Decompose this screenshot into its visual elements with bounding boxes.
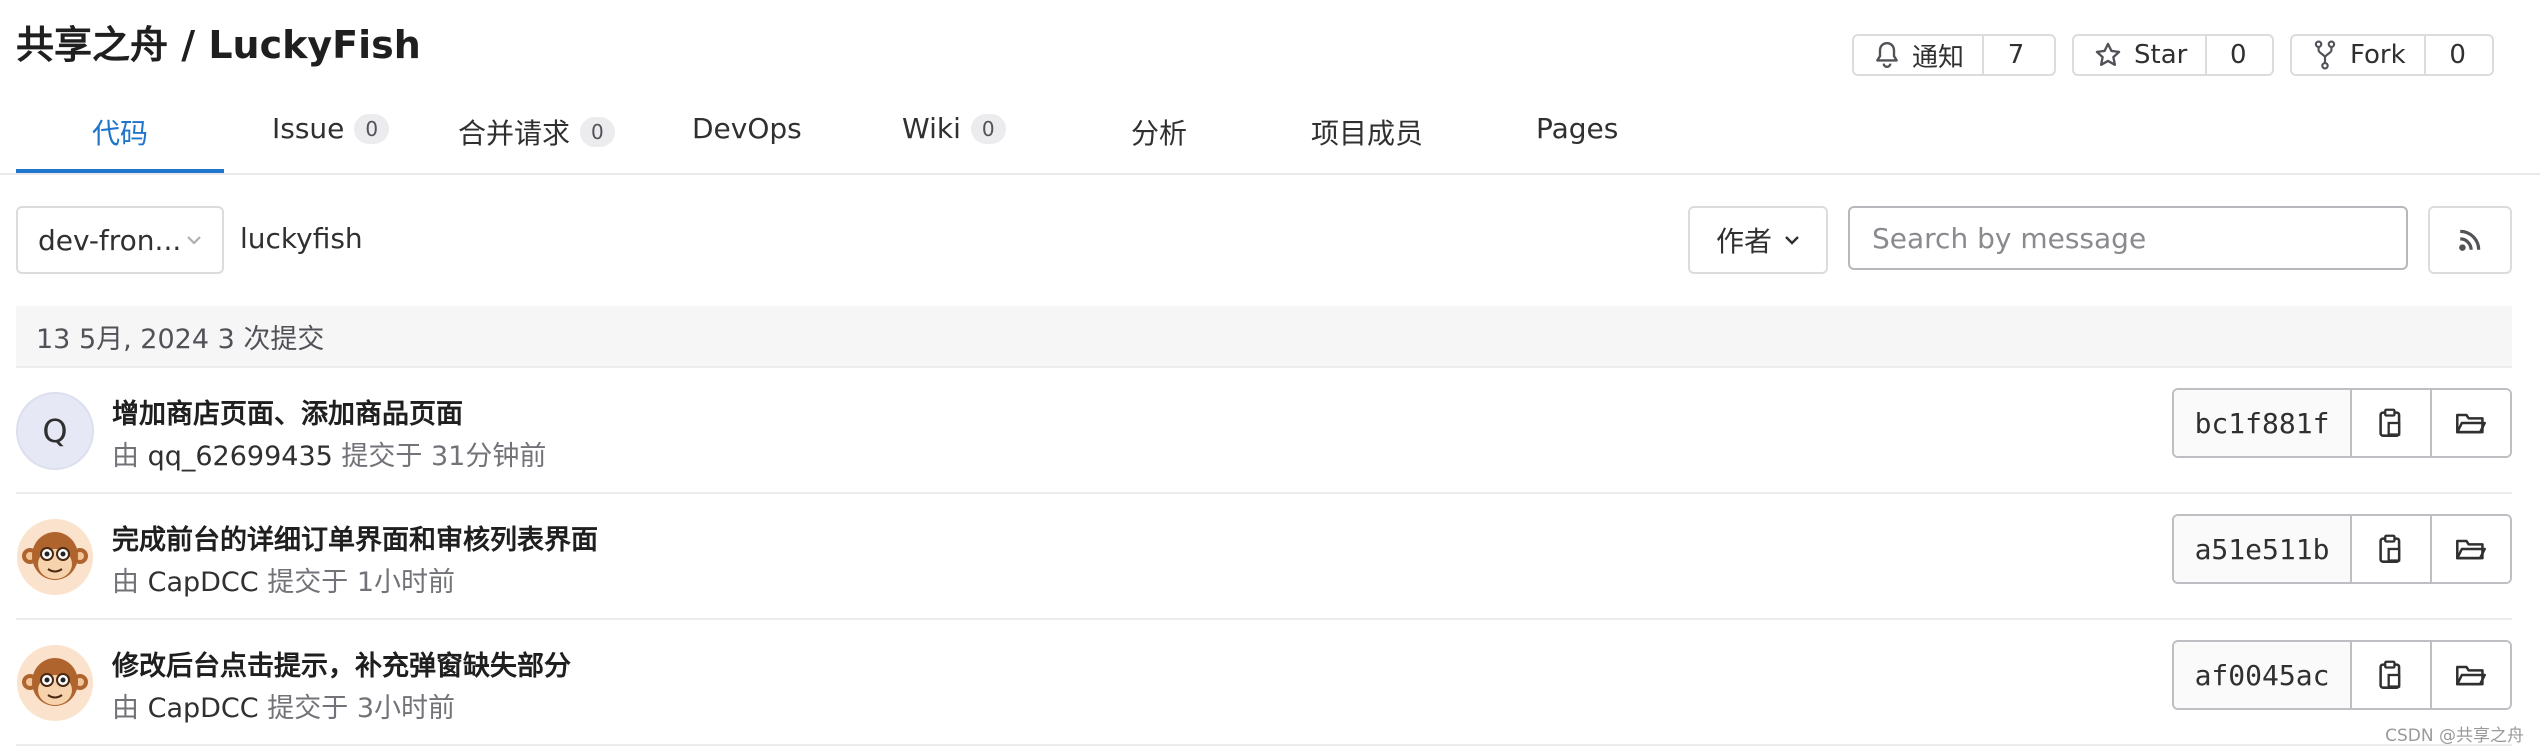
- tab-devops[interactable]: DevOps: [692, 112, 802, 145]
- merge-request-count-badge: 0: [580, 117, 615, 147]
- avatar[interactable]: Q: [16, 392, 94, 470]
- avatar[interactable]: [16, 518, 94, 596]
- tab-label: Wiki: [902, 112, 961, 145]
- tab-label: 项目成员: [1311, 117, 1424, 150]
- tab-label: Pages: [1536, 112, 1619, 145]
- branch-name: dev-fron...: [38, 223, 182, 257]
- tab-pages[interactable]: Pages: [1536, 112, 1618, 145]
- tab-label: 合并请求: [458, 117, 571, 150]
- copy-sha-button[interactable]: [2350, 390, 2430, 456]
- tab-members[interactable]: 项目成员: [1311, 112, 1423, 152]
- search-input[interactable]: [1848, 206, 2408, 270]
- fork-count: 0: [2423, 36, 2490, 74]
- tab-code[interactable]: 代码: [92, 112, 148, 152]
- commit-row: 修改后台点击提示，补充弹窗缺失部分 由 CapDCC 提交于 3小时前 af00…: [16, 620, 2512, 746]
- chevron-down-icon: [1785, 236, 1799, 245]
- browse-files-button[interactable]: [2430, 390, 2510, 456]
- bell-icon: [1876, 41, 1898, 68]
- wiki-count-badge: 0: [970, 113, 1006, 144]
- commit-actions: bc1f881f: [2172, 388, 2512, 458]
- commit-author[interactable]: CapDCC: [148, 693, 259, 724]
- folder-open-icon: [2456, 665, 2486, 686]
- rss-button[interactable]: [2428, 206, 2512, 274]
- commit-row: Q 增加商店页面、添加商品页面 由 qq_62699435 提交于 31分钟前 …: [16, 368, 2512, 494]
- commit-by: 由: [112, 567, 139, 598]
- star-button[interactable]: Star 0: [2072, 34, 2274, 76]
- tab-label: 代码: [92, 117, 149, 150]
- browse-files-button[interactable]: [2430, 642, 2510, 708]
- tab-label: DevOps: [692, 112, 802, 145]
- commit-meta: 由 CapDCC 提交于 1小时前: [112, 560, 455, 599]
- commit-by: 由: [112, 693, 139, 724]
- copy-sha-button[interactable]: [2350, 516, 2430, 582]
- branch-selector[interactable]: dev-fron...: [16, 206, 224, 274]
- commit-time: 提交于 3小时前: [267, 693, 455, 724]
- commit-author[interactable]: CapDCC: [148, 567, 259, 598]
- browse-files-button[interactable]: [2430, 516, 2510, 582]
- commit-author[interactable]: qq_62699435: [148, 441, 333, 472]
- commit-time: 提交于 1小时前: [267, 567, 455, 598]
- commit-sha[interactable]: a51e511b: [2174, 516, 2350, 582]
- tab-analytics[interactable]: 分析: [1131, 112, 1187, 152]
- author-filter-label: 作者: [1715, 225, 1772, 258]
- folder-open-icon: [2456, 413, 2486, 434]
- chevron-down-icon: [187, 236, 201, 245]
- commit-by: 由: [112, 441, 139, 472]
- watermark: CSDN @共享之舟: [2385, 726, 2524, 746]
- commit-time: 提交于 31分钟前: [341, 441, 547, 472]
- issue-count-badge: 0: [354, 113, 390, 144]
- notification-label: 通知: [1912, 42, 1965, 73]
- commit-sha[interactable]: af0045ac: [2174, 642, 2350, 708]
- tab-issue[interactable]: Issue 0: [272, 112, 390, 145]
- notification-count: 7: [1982, 36, 2048, 74]
- star-label: Star: [2134, 40, 2188, 70]
- folder-open-icon: [2456, 539, 2486, 560]
- commit-title[interactable]: 增加商店页面、添加商品页面: [112, 392, 463, 431]
- commit-meta: 由 qq_62699435 提交于 31分钟前: [112, 434, 546, 473]
- tab-label: 分析: [1131, 117, 1188, 150]
- fork-button[interactable]: Fork 0: [2290, 34, 2494, 76]
- monkey-avatar-icon: [17, 519, 93, 595]
- commit-title[interactable]: 完成前台的详细订单界面和审核列表界面: [112, 518, 598, 557]
- tab-wiki[interactable]: Wiki 0: [902, 112, 1006, 145]
- avatar[interactable]: [16, 644, 94, 722]
- monkey-avatar-icon: [17, 645, 93, 721]
- rss-icon: [2459, 229, 2481, 251]
- fork-icon: [2314, 40, 2336, 70]
- breadcrumb-path[interactable]: luckyfish: [240, 222, 363, 255]
- commit-actions: a51e511b: [2172, 514, 2512, 584]
- commit-actions: af0045ac: [2172, 640, 2512, 710]
- tab-merge-requests[interactable]: 合并请求 0: [458, 112, 615, 152]
- commit-day-header: 13 5月, 2024 3 次提交: [16, 306, 2512, 368]
- commit-sha[interactable]: bc1f881f: [2174, 390, 2350, 456]
- clipboard-icon: [2379, 660, 2401, 689]
- clipboard-icon: [2379, 408, 2401, 437]
- notification-button[interactable]: 通知 7: [1852, 34, 2056, 76]
- fork-label: Fork: [2350, 40, 2406, 70]
- nav-divider: [0, 173, 2540, 175]
- commit-meta: 由 CapDCC 提交于 3小时前: [112, 686, 455, 725]
- project-title: 共享之舟 / LuckyFish: [16, 23, 421, 67]
- author-filter-dropdown[interactable]: 作者: [1688, 206, 1828, 274]
- commit-row: 完成前台的详细订单界面和审核列表界面 由 CapDCC 提交于 1小时前 a51…: [16, 494, 2512, 620]
- copy-sha-button[interactable]: [2350, 642, 2430, 708]
- star-icon: [2095, 42, 2121, 66]
- clipboard-icon: [2379, 534, 2401, 563]
- commit-title[interactable]: 修改后台点击提示，补充弹窗缺失部分: [112, 644, 571, 683]
- star-count: 0: [2205, 36, 2269, 74]
- tab-label: Issue: [272, 112, 345, 145]
